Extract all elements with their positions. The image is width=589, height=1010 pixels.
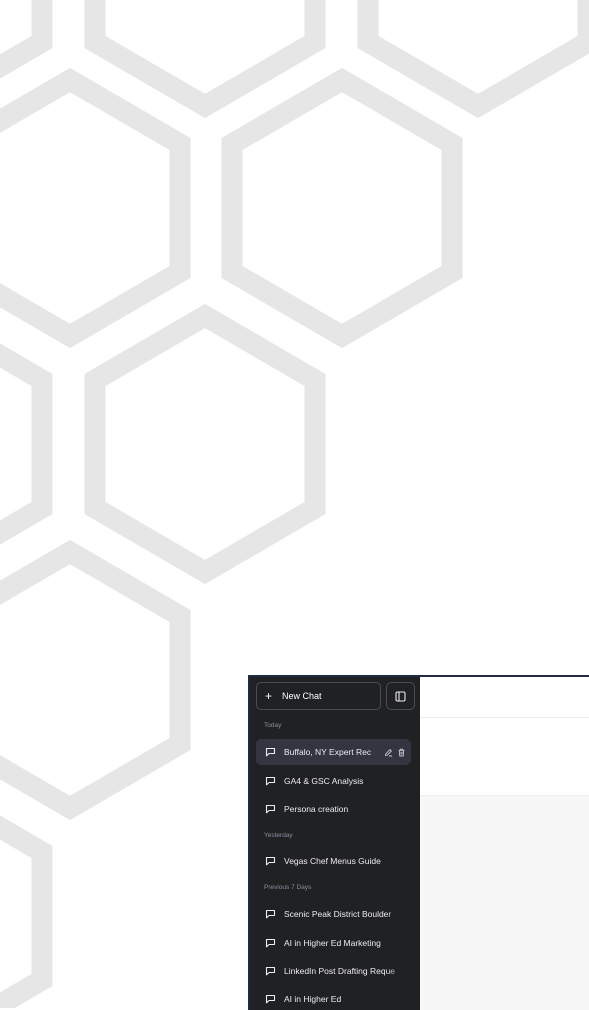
trash-icon[interactable]: [397, 748, 406, 757]
section-label-today: Today: [264, 722, 282, 729]
main-header: [420, 677, 589, 718]
chat-item-label: Persona creation: [284, 804, 349, 814]
message-icon: [265, 804, 276, 814]
sidebar: + New Chat Today Buffalo, NY Expert Rec: [250, 677, 420, 1010]
chat-item-label: Vegas Chef Menus Guide: [284, 856, 381, 866]
message-icon: [265, 747, 276, 757]
chat-item-label: AI in Higher Ed Marketing: [284, 938, 381, 948]
chat-item-label: Scenic Peak District Boulder: [284, 909, 392, 919]
section-label-yesterday: Yesterday: [264, 832, 293, 839]
section-label-previous-7-days: Previous 7 Days: [264, 884, 312, 891]
chat-item-label: LinkedIn Post Drafting Reque: [284, 966, 396, 976]
chat-item-persona[interactable]: Persona creation: [256, 796, 411, 822]
hexagon-shape: [0, 67, 191, 349]
chat-item-vegas[interactable]: Vegas Chef Menus Guide: [256, 848, 411, 874]
message-icon: [265, 938, 276, 948]
chat-item-peak-district[interactable]: Scenic Peak District Boulder: [256, 901, 411, 927]
hexagon-shape: [84, 303, 326, 585]
sidebar-toggle-icon: [395, 690, 406, 702]
hexagon-shape: [0, 539, 191, 821]
pencil-icon[interactable]: [384, 748, 393, 757]
sidebar-top-row: + New Chat: [256, 682, 416, 710]
hexagon-shape: [84, 0, 326, 119]
chat-item-linkedin-post[interactable]: LinkedIn Post Drafting Reque: [256, 958, 411, 984]
chat-item-actions: [384, 739, 406, 765]
chat-app-window: + New Chat Today Buffalo, NY Expert Rec: [248, 675, 589, 1010]
chat-item-label: AI in Higher Ed: [284, 994, 342, 1004]
chat-item-ga4-gsc[interactable]: GA4 & GSC Analysis: [256, 768, 411, 794]
new-chat-label: New Chat: [282, 691, 322, 701]
message-icon: [265, 776, 276, 786]
chat-item-ai-higher-ed[interactable]: AI in Higher Ed: [256, 986, 411, 1010]
chat-item-label: Buffalo, NY Expert Rec: [284, 747, 372, 757]
chat-item-label: GA4 & GSC Analysis: [284, 776, 364, 786]
message-icon: [265, 994, 276, 1004]
hexagon-shape: [357, 0, 589, 119]
sidebar-toggle-button[interactable]: [386, 682, 415, 710]
hexagon-shape: [0, 815, 53, 1008]
message-icon: [265, 856, 276, 866]
main-pane: [420, 677, 589, 1010]
conversation-area: [420, 795, 589, 1010]
new-chat-button[interactable]: + New Chat: [256, 682, 381, 710]
hexagon-shape: [221, 67, 463, 349]
message-icon: [265, 966, 276, 976]
chat-item-buffalo[interactable]: Buffalo, NY Expert Rec: [256, 739, 411, 765]
chat-item-ai-higher-ed-marketing[interactable]: AI in Higher Ed Marketing: [256, 930, 411, 956]
hexagon-shape: [0, 343, 53, 545]
plus-icon: +: [265, 689, 273, 703]
message-icon: [265, 909, 276, 919]
